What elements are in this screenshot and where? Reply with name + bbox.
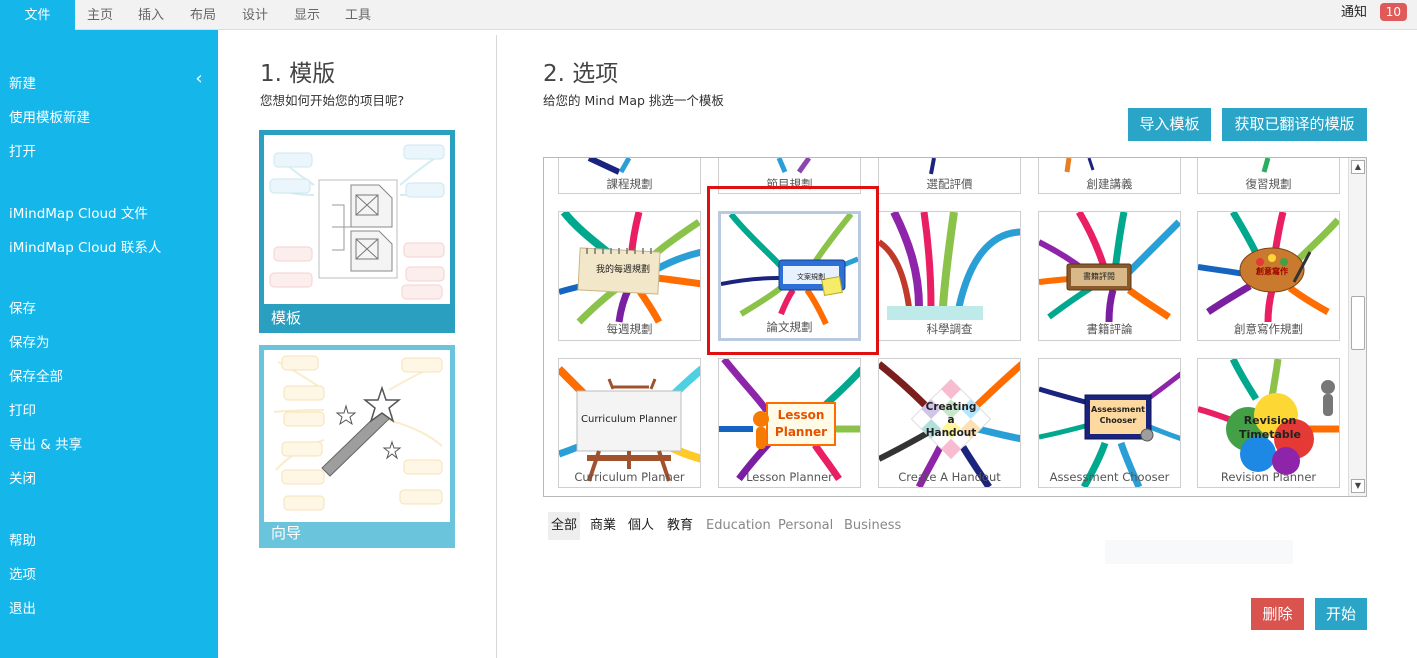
template-gallery: 課程規劃 節目規劃 選配評價 創建講義 復習規劃 我的每週規劃 每週規劃 文案規… [543, 157, 1367, 497]
notifications-link[interactable]: 通知 [1341, 0, 1367, 26]
filter-personal[interactable]: Personal [778, 512, 833, 540]
template-tile[interactable]: 創建講義 [1038, 158, 1181, 194]
file-sidebar: ‹ 新建 使用模板新建 打开 iMindMap Cloud 文件 iMindMa… [0, 30, 218, 658]
template-center-text: 書籍評閱 [1083, 272, 1115, 281]
import-template-button[interactable]: 导入模板 [1128, 108, 1211, 141]
template-card[interactable]: 模板 [259, 130, 455, 333]
template-center-text: Revision Timetable [1239, 414, 1301, 441]
template-tile[interactable]: 書籍評閱 書籍評論 [1038, 211, 1181, 341]
template-thumbnail [264, 135, 450, 304]
section2-subtitle: 给您的 Mind Map 挑选一个模板 [543, 93, 724, 108]
template-label: Lesson Planner [746, 470, 833, 484]
template-center-text: Curriculum Planner [581, 414, 677, 425]
template-label: Assessment Chooser [1049, 470, 1170, 484]
tab-home[interactable]: 主页 [76, 0, 124, 30]
get-translated-templates-button[interactable]: 获取已翻译的模版 [1222, 108, 1367, 141]
template-tile[interactable]: 科學調查 [878, 211, 1021, 341]
sidebar-item-export-share[interactable]: 导出 & 共享 [9, 433, 82, 453]
sidebar-item-cloud-contacts[interactable]: iMindMap Cloud 联系人 [9, 236, 161, 256]
template-label: 每週規劃 [606, 322, 653, 336]
section2-title: 2. 选项 [543, 61, 619, 87]
scroll-down-icon[interactable]: ▼ [1351, 479, 1365, 493]
template-center-text: 我的每週規劃 [595, 265, 650, 275]
template-tile[interactable]: 選配評價 [878, 158, 1021, 194]
tab-layout[interactable]: 布局 [179, 0, 227, 30]
template-card-label: 模板 [271, 309, 302, 327]
template-tile[interactable]: 節目規劃 [718, 158, 861, 194]
sidebar-item-print[interactable]: 打印 [9, 399, 36, 419]
wizard-thumbnail [264, 350, 450, 522]
filter-education-cn[interactable]: 教育 [667, 512, 693, 540]
filter-business[interactable]: Business [844, 512, 901, 540]
gallery-scrollbar[interactable]: ▲ ▼ [1348, 158, 1366, 496]
template-label: 創建講義 [1086, 177, 1133, 191]
template-tile[interactable]: Creating a Handout Create A Handout [878, 358, 1021, 488]
template-label: 論文規劃 [766, 320, 813, 334]
template-label: 書籍評論 [1086, 322, 1133, 336]
template-tile[interactable]: 課程規劃 [558, 158, 701, 194]
tab-design[interactable]: 设计 [231, 0, 279, 30]
template-center-text: 文案規劃 [797, 273, 825, 281]
template-tile[interactable]: Assessment Chooser Assessment Chooser [1038, 358, 1181, 488]
template-label: 復習規劃 [1245, 177, 1292, 191]
template-tile[interactable]: Lesson Planner Lesson Planner [718, 358, 861, 488]
sidebar-item-save-all[interactable]: 保存全部 [9, 365, 63, 385]
scroll-thumb[interactable] [1351, 296, 1365, 350]
filter-business-cn[interactable]: 商業 [590, 512, 616, 540]
filter-all[interactable]: 全部 [548, 512, 581, 540]
notification-count-badge[interactable]: 10 [1379, 3, 1407, 21]
template-label: 課程規劃 [606, 177, 653, 191]
template-tile[interactable]: 創意寫作 創意寫作規劃 [1197, 211, 1340, 341]
template-center-text: Assessment Chooser [1091, 405, 1145, 425]
tab-file[interactable]: 文件 [0, 0, 75, 30]
sidebar-item-help[interactable]: 帮助 [9, 529, 36, 549]
template-tile[interactable]: 我的每週規劃 每週規劃 [558, 211, 701, 341]
section-divider [496, 35, 497, 658]
template-center-text: 創意寫作 [1256, 267, 1288, 276]
template-label: 選配評價 [926, 177, 973, 191]
tab-tools[interactable]: 工具 [334, 0, 382, 30]
sidebar-item-save-as[interactable]: 保存为 [9, 331, 50, 351]
template-center-text: Lesson Planner [774, 408, 828, 439]
template-tile[interactable]: 復習規劃 [1197, 158, 1340, 194]
filter-personal-cn[interactable]: 個人 [628, 512, 654, 540]
sidebar-item-save[interactable]: 保存 [9, 297, 36, 317]
template-center-text: Creating a Handout [925, 401, 977, 439]
scroll-up-icon[interactable]: ▲ [1351, 160, 1365, 174]
sidebar-item-cloud-files[interactable]: iMindMap Cloud 文件 [9, 202, 148, 222]
template-tile[interactable]: Revision Timetable Revision Planner [1197, 358, 1340, 488]
filter-education[interactable]: Education [706, 512, 771, 540]
template-label: 科學調查 [926, 322, 973, 336]
menu-bar: 文件 主页 插入 布局 设计 显示 工具 通知 10 [0, 0, 1417, 30]
sidebar-item-open[interactable]: 打开 [9, 140, 36, 160]
start-button[interactable]: 开始 [1315, 598, 1367, 630]
template-label: Create A Handout [898, 470, 1001, 484]
sidebar-item-close[interactable]: 关闭 [9, 467, 36, 487]
template-label: Revision Planner [1220, 470, 1317, 484]
template-tile[interactable]: Curriculum Planner Curriculum Planner [558, 358, 701, 488]
wizard-card[interactable]: 向导 [259, 345, 455, 548]
template-label: 節目規劃 [766, 177, 813, 191]
section1-subtitle: 您想如何开始您的项目呢? [260, 93, 405, 108]
faded-search-field [1105, 540, 1293, 564]
tab-insert[interactable]: 插入 [127, 0, 175, 30]
template-label: 創意寫作規劃 [1234, 322, 1303, 336]
section1-title: 1. 模版 [260, 61, 336, 87]
delete-button[interactable]: 删除 [1251, 598, 1304, 630]
sidebar-item-options[interactable]: 选项 [9, 563, 36, 583]
sidebar-item-new-from-template[interactable]: 使用模板新建 [9, 106, 90, 126]
template-tile-selected[interactable]: 文案規劃 論文規劃 [718, 211, 861, 341]
tab-view[interactable]: 显示 [283, 0, 331, 30]
wizard-card-label: 向导 [271, 524, 302, 542]
template-label: Curriculum Planner [574, 470, 685, 484]
sidebar-item-new[interactable]: 新建 [9, 72, 36, 92]
sidebar-item-exit[interactable]: 退出 [9, 597, 36, 617]
chevron-left-icon[interactable]: ‹ [190, 70, 208, 88]
